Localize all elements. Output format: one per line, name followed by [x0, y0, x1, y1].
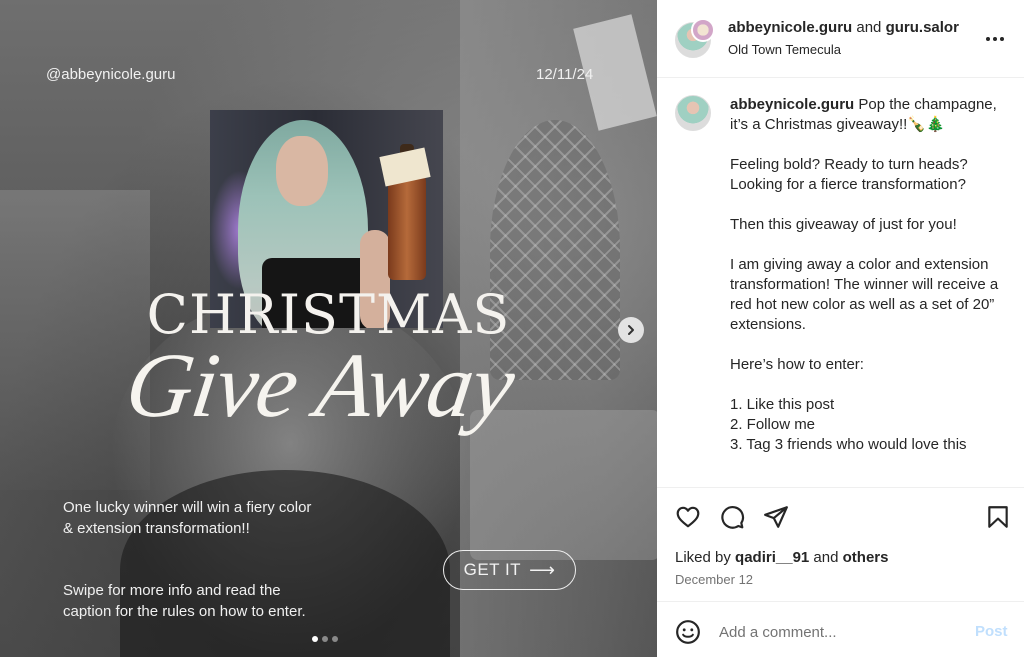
liked-user-link[interactable]: qadiri__91 — [735, 549, 809, 566]
media-date: 12/11/24 — [536, 66, 594, 83]
bookmark-icon[interactable] — [985, 504, 1011, 530]
carousel-next-button[interactable] — [618, 317, 644, 343]
caption-avatar[interactable] — [675, 95, 711, 131]
caption-body: Pop the champagne, it’s a Christmas give… — [730, 96, 999, 453]
caption-username[interactable]: abbeynicole.guru — [730, 96, 854, 113]
post-comment-button[interactable]: Post — [975, 623, 1008, 640]
post-actions: Liked by qadiri__91 and others December … — [657, 487, 1024, 602]
promo-text-swipe: Swipe for more info and read the caption… — [63, 582, 306, 620]
collaborator-avatar[interactable] — [691, 18, 715, 42]
comment-input[interactable] — [717, 616, 961, 648]
liked-prefix: Liked by — [675, 549, 736, 566]
author-link[interactable]: abbeynicole.guru — [728, 19, 852, 36]
emoji-icon[interactable] — [675, 619, 701, 645]
collaborator-link[interactable]: guru.salor — [886, 19, 959, 36]
get-it-label: GET IT — [463, 560, 522, 579]
instagram-post: @abbeynicole.guru 12/11/24 CHRISTMAS Giv… — [0, 0, 1024, 657]
carousel-dot-2 — [322, 636, 328, 642]
promo-text-winner: One lucky winner will win a fiery color … — [63, 499, 312, 537]
media-handle: @abbeynicole.guru — [46, 66, 176, 83]
liked-and: and — [809, 549, 843, 566]
post-date[interactable]: December 12 — [675, 572, 753, 587]
champagne-bottle — [388, 170, 426, 280]
more-horizontal-icon[interactable] — [984, 29, 1006, 49]
carousel-dot-1 — [312, 636, 318, 642]
comment-composer: Post — [657, 601, 1024, 658]
inset-photo-face — [276, 136, 328, 206]
chevron-right-icon — [628, 325, 634, 335]
send-icon[interactable] — [763, 504, 789, 530]
caption-scroll-area[interactable]: abbeynicole.guru Pop the champagne, it’s… — [657, 78, 1024, 487]
title-giveaway: Give Away — [120, 334, 520, 436]
arrow-right-icon: ⟶ — [529, 559, 556, 580]
heart-icon[interactable] — [675, 504, 701, 530]
get-it-button: GET IT ⟶ — [443, 550, 576, 590]
authors-conjunction: and — [852, 19, 886, 36]
post-details-panel: abbeynicole.guru and guru.salor Old Town… — [657, 0, 1024, 657]
post-header: abbeynicole.guru and guru.salor Old Town… — [657, 0, 1024, 78]
location-link[interactable]: Old Town Temecula — [728, 42, 841, 57]
likes-summary[interactable]: Liked by qadiri__91 and others — [675, 549, 888, 566]
comment-icon[interactable] — [719, 504, 745, 530]
carousel-dot-3 — [332, 636, 338, 642]
liked-others-link[interactable]: others — [843, 549, 889, 566]
post-media[interactable]: @abbeynicole.guru 12/11/24 CHRISTMAS Giv… — [0, 0, 657, 657]
caption: abbeynicole.guru Pop the champagne, it’s… — [730, 95, 1002, 455]
post-authors: abbeynicole.guru and guru.salor — [728, 19, 959, 36]
carousel-indicator — [312, 636, 338, 642]
